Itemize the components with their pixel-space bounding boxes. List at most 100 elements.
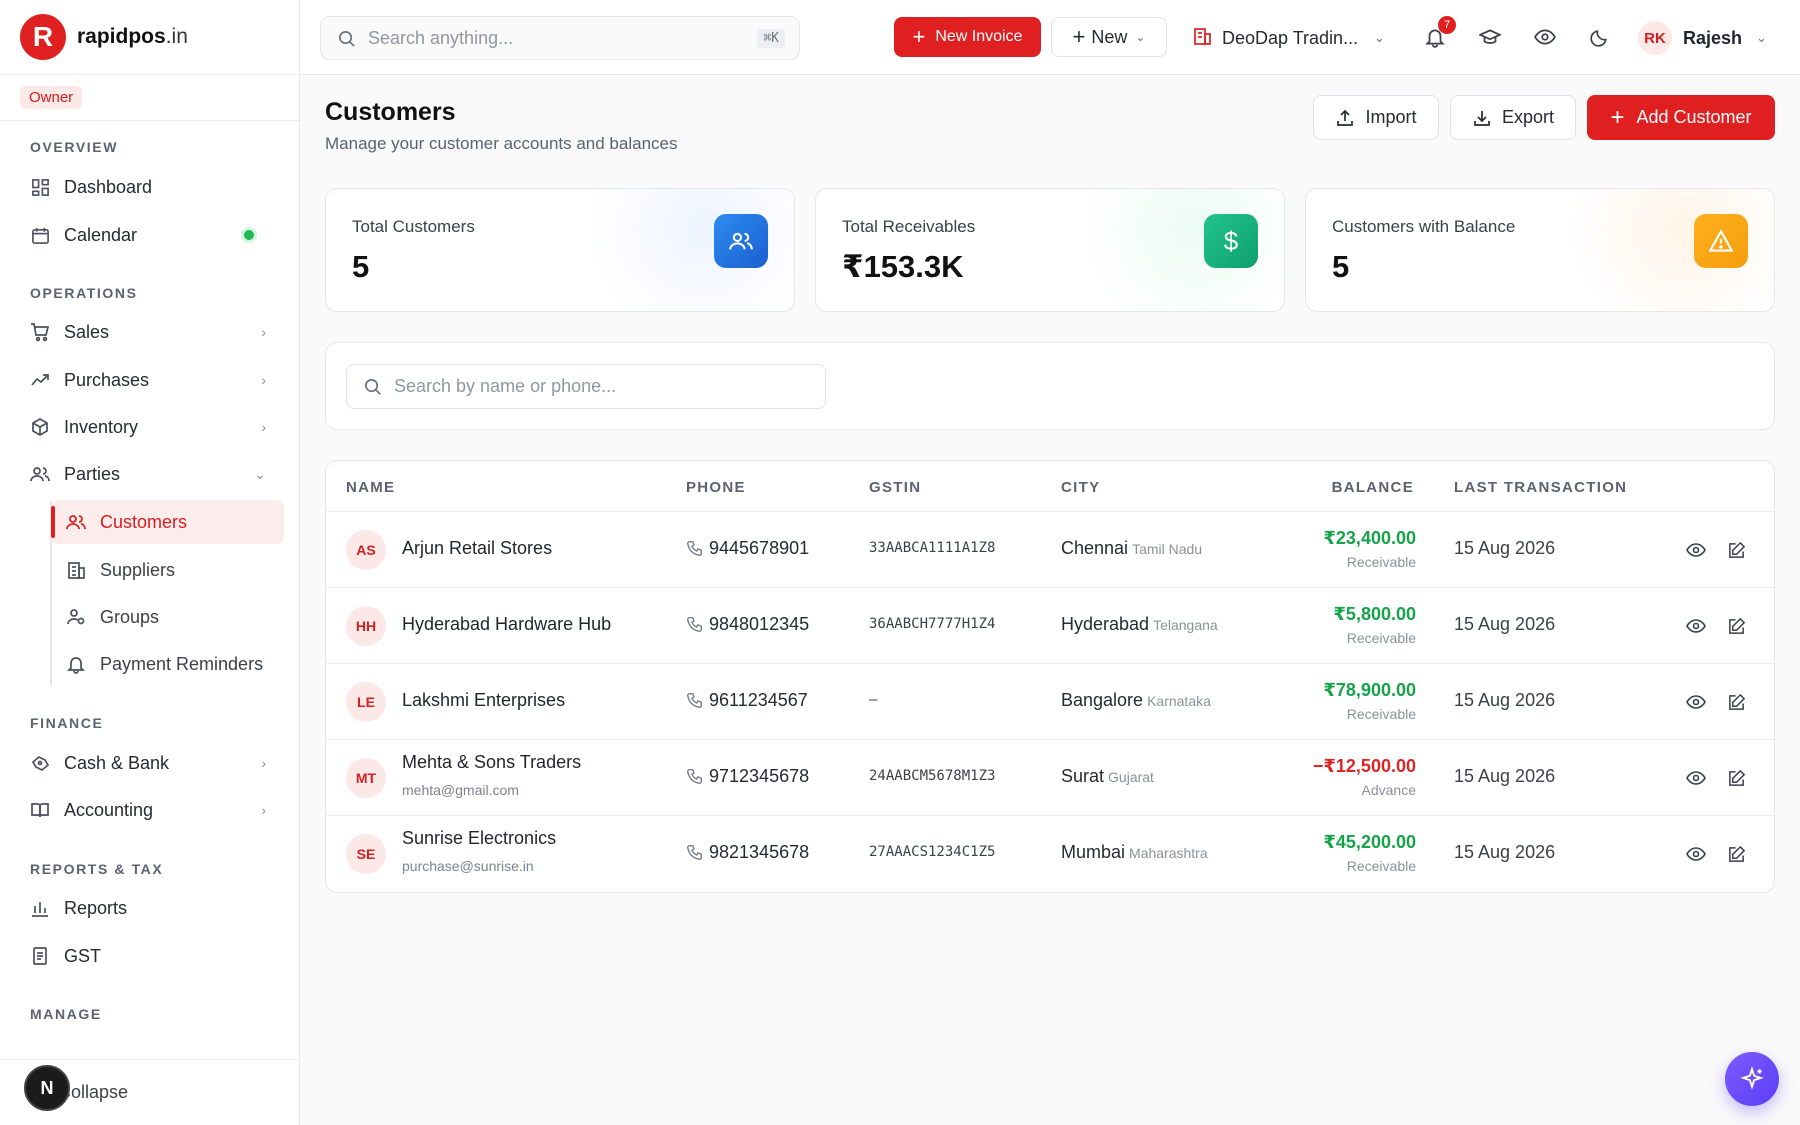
dollar-icon: $ [1204,214,1258,268]
balance-type: Receivable [1346,554,1416,570]
phone-icon [686,768,703,785]
sidebar-item-cash-bank[interactable]: Cash & Bank › [14,741,284,785]
customer-search-input[interactable]: Search by name or phone... [346,364,826,409]
state-name: Karnataka [1147,693,1211,709]
sidebar-item-gst[interactable]: GST [14,934,284,978]
privacy-toggle-button[interactable] [1530,22,1560,52]
table-row[interactable]: LE Lakshmi Enterprises 9611234567 — Bangalor… [326,663,1774,739]
balance-type: Receivable [1346,630,1416,646]
chevron-right-icon: › [261,324,266,340]
edit-button[interactable] [1722,764,1750,792]
column-header-city[interactable]: CITY [1061,479,1100,496]
learning-button[interactable] [1475,22,1505,52]
theme-toggle-button[interactable] [1584,22,1614,52]
bar-chart-icon [30,898,50,918]
sidebar-item-inventory[interactable]: Inventory › [14,405,284,449]
customers-table: NAME PHONE GSTIN CITY BALANCE LAST TRANS… [325,460,1775,893]
sidebar-item-reports[interactable]: Reports [14,886,284,930]
stat-label: Total Customers [352,217,475,236]
view-button[interactable] [1682,764,1710,792]
sidebar-item-suppliers[interactable]: Suppliers [50,548,284,592]
table-row[interactable]: SE Sunrise Electronics purchase@sunrise.in… [326,815,1774,891]
column-header-balance[interactable]: BALANCE [1332,479,1414,496]
section-reports-tax: REPORTS & TAX [30,861,164,877]
sidebar-item-customers[interactable]: Customers [50,500,284,544]
customer-phone: 9821345678 [686,842,809,863]
ai-assistant-button[interactable] [1725,1052,1779,1106]
dev-tools-badge[interactable]: N [24,1065,70,1111]
customer-gstin: — [869,692,878,708]
global-search-input[interactable]: Search anything... ⌘K [320,16,800,60]
search-placeholder: Search by name or phone... [394,376,617,396]
column-header-gstin[interactable]: GSTIN [869,479,921,496]
import-button[interactable]: Import [1313,95,1439,140]
table-row[interactable]: AS Arjun Retail Stores 9445678901 33AABCA11… [326,511,1774,587]
customer-balance: −₹12,500.00 [1312,756,1416,776]
topbar: Search anything... ⌘K + New Invoice + Ne… [300,0,1800,75]
customer-phone: 9445678901 [686,538,809,559]
chevron-down-icon: ⌄ [1374,30,1385,45]
sidebar-item-groups[interactable]: Groups [50,595,284,639]
plus-icon: + [912,24,926,49]
column-header-name[interactable]: NAME [346,479,395,496]
company-switcher[interactable]: DeoDap Tradin... ⌄ [1192,20,1385,56]
sidebar-item-payment-reminders[interactable]: Payment Reminders [50,642,284,686]
filter-bar: Search by name or phone... [325,342,1775,430]
customer-name[interactable]: Lakshmi Enterprises [402,690,565,711]
sidebar-item-label: Accounting [64,799,154,820]
customer-email: purchase@sunrise.in [402,858,534,874]
sidebar-item-accounting[interactable]: Accounting › [14,788,284,832]
sidebar-item-label: GST [64,945,102,966]
state-name: Maharashtra [1129,845,1208,861]
city-name: Surat [1061,766,1105,786]
edit-button[interactable] [1722,688,1750,716]
bell-icon [66,654,86,674]
export-button[interactable]: Export [1450,95,1576,140]
customer-name[interactable]: Sunrise Electronics [402,828,556,849]
brand-tld: .in [165,25,188,48]
page-title: Customers [325,98,456,126]
new-dropdown-button[interactable]: + New ⌄ [1051,17,1167,57]
sidebar-item-dashboard[interactable]: Dashboard [14,165,284,209]
sidebar-item-sales[interactable]: Sales › [14,310,284,354]
book-icon [30,800,50,820]
notifications-button[interactable]: 7 [1420,16,1456,52]
customer-avatar: HH [346,606,386,646]
edit-button[interactable] [1722,840,1750,868]
customer-name[interactable]: Arjun Retail Stores [402,538,552,559]
add-customer-button[interactable]: + Add Customer [1587,95,1775,140]
balance-type: Receivable [1346,706,1416,722]
view-button[interactable] [1682,612,1710,640]
table-row[interactable]: MT Mehta & Sons Traders mehta@gmail.com 971… [326,739,1774,815]
download-icon [1472,108,1492,128]
brand-name-text: rapidpos [77,25,166,48]
balance-type: Receivable [1346,858,1416,874]
edit-button[interactable] [1722,536,1750,564]
sidebar-item-calendar[interactable]: Calendar [14,213,284,257]
edit-button[interactable] [1722,612,1750,640]
chevron-right-icon: › [261,802,266,818]
building-icon [66,560,86,580]
customer-name[interactable]: Hyderabad Hardware Hub [402,614,611,635]
customer-city: Bangalore Karnataka [1061,690,1211,711]
customer-balance: ₹78,900.00 [1323,680,1416,700]
column-header-phone[interactable]: PHONE [686,479,746,496]
upload-icon [1335,108,1355,128]
eye-icon [1686,844,1706,864]
sidebar-item-purchases[interactable]: Purchases › [14,358,284,402]
customer-name[interactable]: Mehta & Sons Traders [402,752,581,773]
view-button[interactable] [1682,536,1710,564]
column-header-last-transaction[interactable]: LAST TRANSACTION [1454,479,1627,496]
view-button[interactable] [1682,688,1710,716]
city-name: Chennai [1061,538,1129,558]
table-row[interactable]: HH Hyderabad Hardware Hub 9848012345 36AABC… [326,587,1774,663]
view-button[interactable] [1682,840,1710,868]
last-transaction-date: 15 Aug 2026 [1454,614,1556,634]
phone-number: 9848012345 [709,614,810,634]
brand[interactable]: R rapidpos.in [0,0,299,75]
sidebar-item-parties[interactable]: Parties ⌄ [14,452,284,496]
new-invoice-button[interactable]: + New Invoice [894,17,1041,57]
customer-gstin: 27AAACS1234C1Z5 [869,844,996,860]
eye-icon [1686,768,1706,788]
user-menu[interactable]: RK Rajesh ⌄ [1638,18,1767,58]
